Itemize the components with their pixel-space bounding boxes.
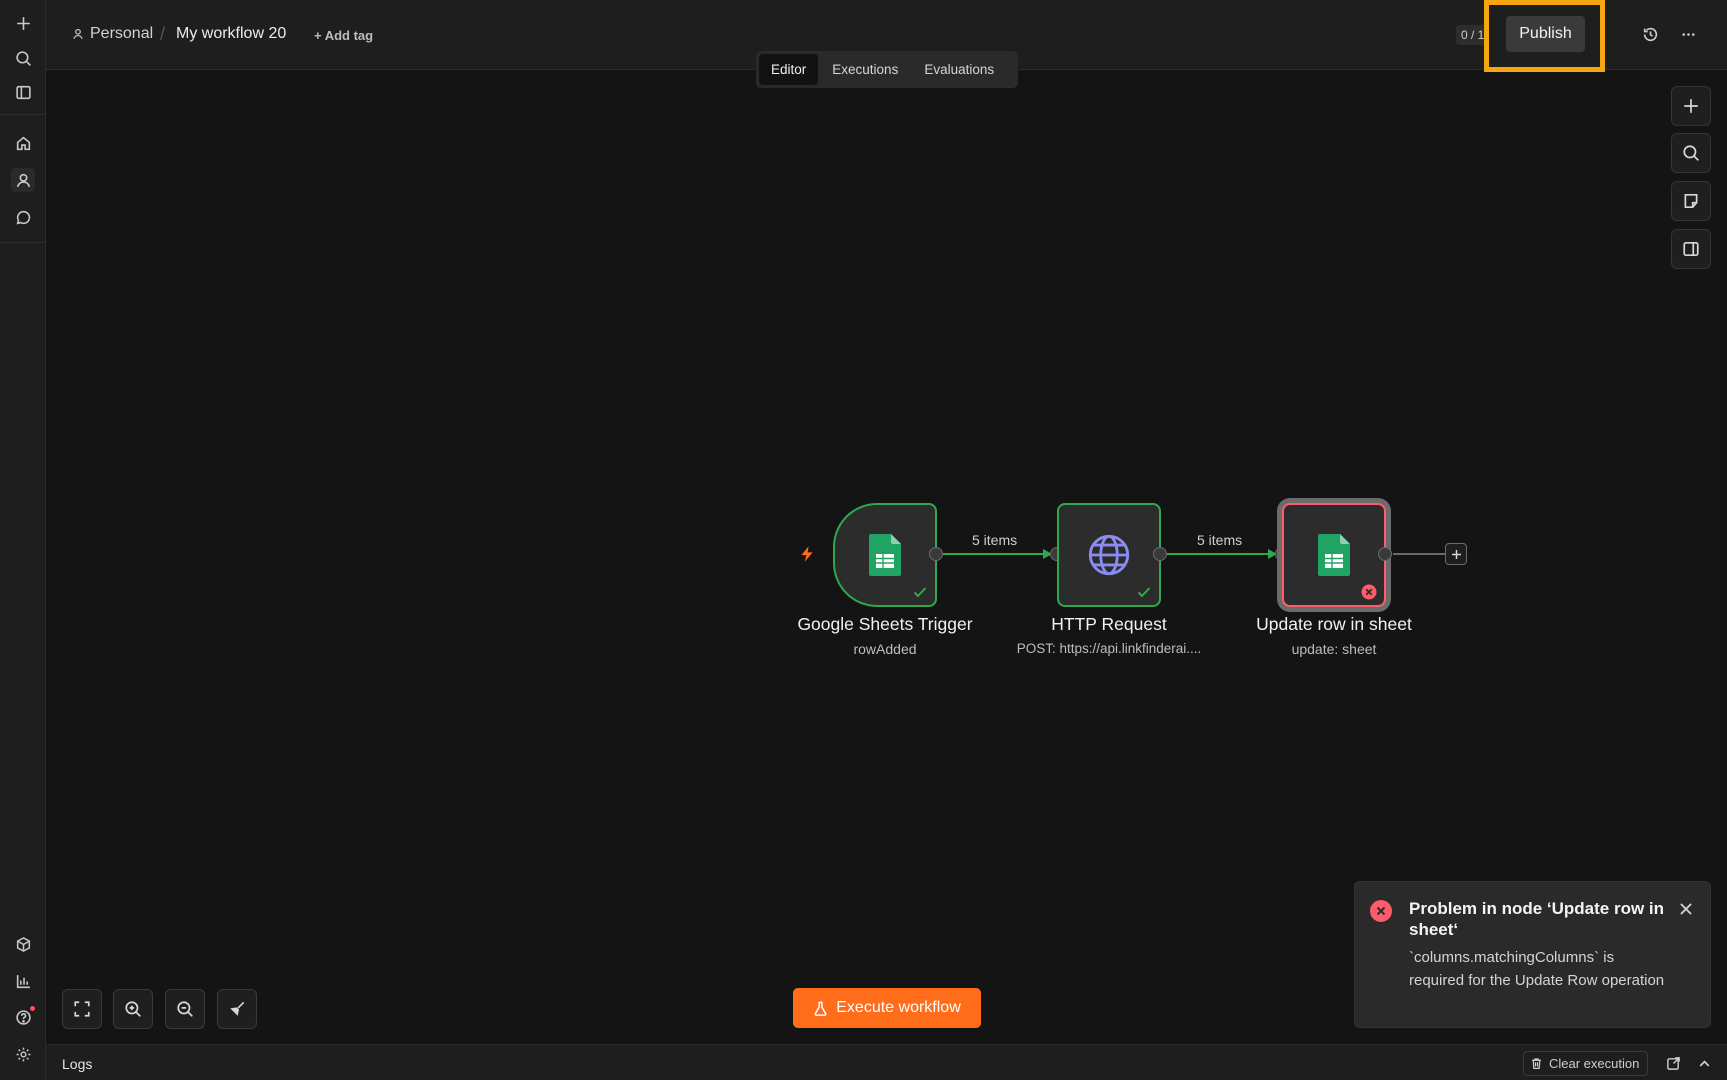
search-icon bbox=[1683, 145, 1699, 161]
node-subtitle: POST: https://api.linkfinderai.... bbox=[1016, 641, 1202, 656]
output-handle[interactable] bbox=[1153, 547, 1167, 561]
node-title: Google Sheets Trigger bbox=[797, 614, 973, 634]
logs-title: Logs bbox=[62, 1056, 93, 1072]
fit-view-icon bbox=[74, 1001, 90, 1017]
publish-highlight bbox=[1484, 0, 1605, 72]
notification-dot bbox=[30, 1006, 35, 1011]
error-icon bbox=[1370, 900, 1392, 922]
insights-icon[interactable] bbox=[11, 969, 35, 993]
node-http-request[interactable] bbox=[1057, 503, 1161, 607]
sidebar-toggle-icon[interactable] bbox=[11, 80, 35, 104]
clear-execution-label: Clear execution bbox=[1549, 1056, 1640, 1071]
globe-icon bbox=[1088, 534, 1130, 576]
node-update-row-in-sheet[interactable] bbox=[1282, 503, 1386, 607]
close-icon[interactable] bbox=[1677, 900, 1695, 918]
plus-icon bbox=[1684, 99, 1698, 113]
tidy-up-button[interactable] bbox=[217, 989, 257, 1029]
plus-icon[interactable] bbox=[11, 11, 35, 35]
sticky-note-icon bbox=[1684, 193, 1698, 209]
add-tag-button[interactable]: + Add tag bbox=[314, 28, 373, 43]
zoom-out-icon bbox=[177, 1001, 193, 1017]
trash-icon bbox=[1532, 1058, 1541, 1069]
tab-editor[interactable]: Editor bbox=[759, 54, 819, 85]
templates-icon[interactable] bbox=[11, 932, 35, 956]
zoom-out-button[interactable] bbox=[165, 989, 205, 1029]
execute-workflow-label: Execute workflow bbox=[836, 999, 961, 1016]
view-tabs: Editor Executions Evaluations bbox=[756, 51, 1018, 88]
sticky-note-button[interactable] bbox=[1671, 181, 1711, 221]
trigger-bolt-icon bbox=[801, 546, 813, 562]
left-sidebar bbox=[0, 0, 46, 1080]
tab-evaluations[interactable]: Evaluations bbox=[912, 54, 1006, 85]
output-handle[interactable] bbox=[929, 547, 943, 561]
toast-message: `columns.matchingColumns` is required fo… bbox=[1409, 949, 1665, 989]
plus-icon bbox=[1451, 549, 1461, 559]
error-badge-icon bbox=[1361, 584, 1377, 600]
google-sheets-icon bbox=[1318, 534, 1350, 576]
search-icon[interactable] bbox=[11, 46, 35, 70]
tab-executions[interactable]: Executions bbox=[820, 54, 910, 85]
chat-icon[interactable] bbox=[11, 205, 35, 229]
user-icon bbox=[73, 28, 83, 40]
edge-item-count: 5 items bbox=[972, 532, 1018, 548]
toggle-panel-button[interactable] bbox=[1671, 229, 1711, 269]
history-icon[interactable] bbox=[1638, 22, 1662, 46]
edge-item-count: 5 items bbox=[1197, 532, 1243, 548]
node-google-sheets-trigger[interactable] bbox=[833, 503, 937, 607]
add-next-node-button[interactable] bbox=[1445, 543, 1467, 565]
personal-icon[interactable] bbox=[11, 168, 35, 192]
error-toast: Problem in node ‘Update row in sheet‘ `c… bbox=[1354, 881, 1711, 1028]
search-nodes-button[interactable] bbox=[1671, 133, 1711, 173]
home-icon[interactable] bbox=[11, 131, 35, 155]
output-handle[interactable] bbox=[1378, 547, 1392, 561]
execute-workflow-button[interactable]: Execute workflow bbox=[793, 988, 981, 1028]
pop-out-icon[interactable] bbox=[1664, 1054, 1682, 1072]
flask-icon bbox=[814, 1001, 827, 1016]
google-sheets-icon bbox=[869, 534, 901, 576]
zoom-in-icon bbox=[125, 1001, 141, 1017]
settings-icon[interactable] bbox=[11, 1042, 35, 1066]
success-check-icon bbox=[1137, 587, 1151, 598]
chevron-up-icon[interactable] bbox=[1695, 1054, 1713, 1072]
project-label: Personal bbox=[90, 25, 154, 42]
node-title: Update row in sheet bbox=[1256, 614, 1412, 634]
more-options-icon[interactable] bbox=[1676, 22, 1700, 46]
toast-title: Problem in node ‘Update row in sheet‘ bbox=[1409, 899, 1665, 939]
node-subtitle: update: sheet bbox=[1291, 641, 1377, 657]
clear-execution-button[interactable]: Clear execution bbox=[1523, 1051, 1649, 1076]
node-subtitle: rowAdded bbox=[853, 641, 917, 657]
help-icon[interactable] bbox=[11, 1005, 35, 1029]
zoom-in-button[interactable] bbox=[113, 989, 153, 1029]
breadcrumb-separator: / bbox=[160, 24, 166, 44]
success-check-icon bbox=[913, 587, 927, 598]
broom-icon bbox=[230, 1001, 245, 1016]
panel-icon bbox=[1683, 241, 1699, 257]
fit-view-button[interactable] bbox=[62, 989, 102, 1029]
logs-panel[interactable]: Logs Clear execution bbox=[46, 1044, 1727, 1080]
workflow-name[interactable]: My workflow 20 bbox=[176, 25, 286, 43]
node-title: HTTP Request bbox=[1051, 614, 1167, 634]
add-node-button[interactable] bbox=[1671, 86, 1711, 126]
breadcrumb-project[interactable]: Personal bbox=[72, 25, 153, 43]
